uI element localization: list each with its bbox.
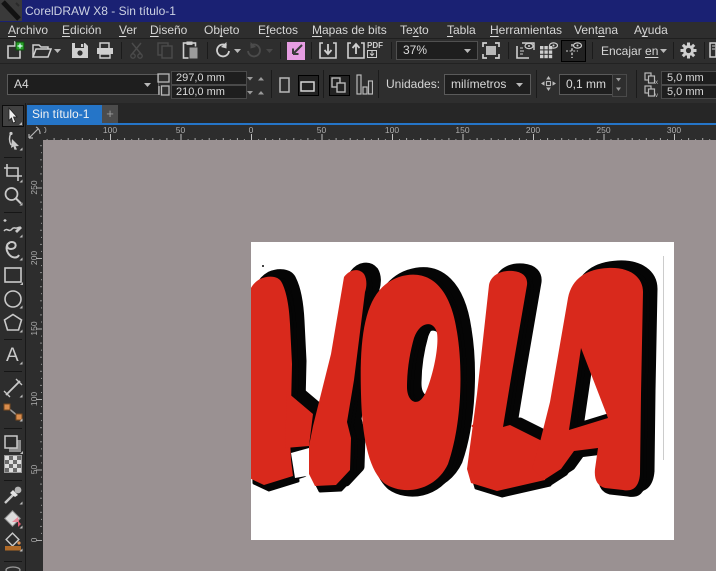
svg-text:y: y: [655, 93, 658, 97]
svg-text:100: 100: [385, 125, 399, 135]
svg-text:150: 150: [455, 125, 469, 135]
svg-text:150: 150: [44, 125, 47, 135]
svg-text:50: 50: [29, 465, 39, 475]
svg-text:100: 100: [29, 392, 39, 406]
svg-text:150: 150: [29, 321, 39, 335]
svg-text:250: 250: [596, 125, 610, 135]
svg-text:50: 50: [317, 125, 327, 135]
svg-text:200: 200: [29, 251, 39, 265]
svg-text:0: 0: [249, 125, 254, 135]
svg-text:x: x: [655, 80, 658, 84]
svg-text:250: 250: [29, 180, 39, 194]
svg-text:100: 100: [103, 125, 117, 135]
svg-text:50: 50: [176, 125, 186, 135]
svg-text:200: 200: [526, 125, 540, 135]
svg-text:A: A: [6, 345, 19, 366]
svg-text:0: 0: [29, 537, 39, 542]
svg-text:300: 300: [667, 125, 681, 135]
